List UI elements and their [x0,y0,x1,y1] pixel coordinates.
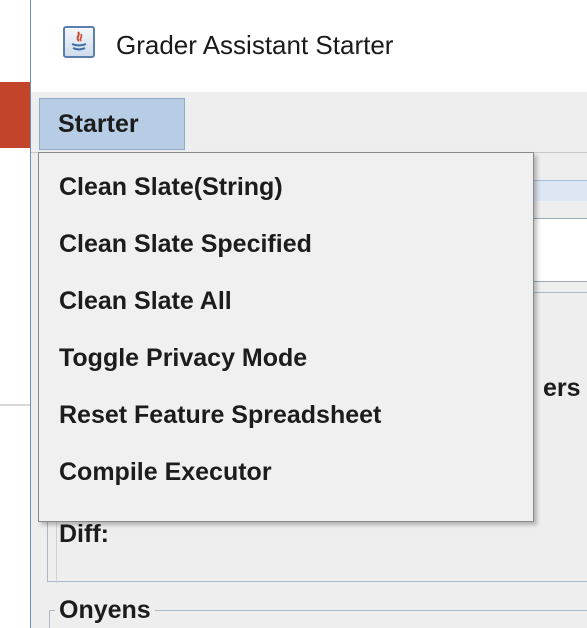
panel-header-strip [531,180,587,201]
title-bar[interactable]: Grader Assistant Starter [31,0,587,92]
java-app-icon [63,26,95,58]
menu-item-label: Compile Executor [59,458,272,486]
menu-item-clean-slate-string[interactable]: Clean Slate(String) [39,159,533,215]
menu-item-clean-slate-specified[interactable]: Clean Slate Specified [39,216,533,272]
menu-item-label: Toggle Privacy Mode [59,344,308,372]
text-field[interactable] [531,218,587,282]
starter-dropdown-menu: Clean Slate(String) Clean Slate Specifie… [38,152,534,522]
menu-item-compile-executor[interactable]: Compile Executor [39,444,533,500]
menu-item-label: Clean Slate Specified [59,230,312,258]
diff-label: Diff: [59,520,109,548]
menu-item-toggle-privacy-mode[interactable]: Toggle Privacy Mode [39,330,533,386]
onyens-label: Onyens [55,596,155,625]
menu-starter[interactable]: Starter [39,98,185,150]
menu-item-label: Clean Slate All [59,287,232,315]
menu-item-reset-feature-spreadsheet[interactable]: Reset Feature Spreadsheet [39,387,533,443]
window-title: Grader Assistant Starter [116,30,394,60]
desktop: Grader Assistant Starter Starter ers Dif… [0,0,587,628]
onyens-border-corner [49,610,50,628]
menu-item-label: Reset Feature Spreadsheet [59,401,382,429]
menu-bar: Starter [31,92,587,153]
background-divider [0,404,30,406]
menu-starter-label: Starter [58,110,139,138]
menu-item-label: Clean Slate(String) [59,173,283,201]
partial-label: ers [543,374,581,402]
background-window-edge [0,82,30,148]
menu-item-clean-slate-all[interactable]: Clean Slate All [39,273,533,329]
